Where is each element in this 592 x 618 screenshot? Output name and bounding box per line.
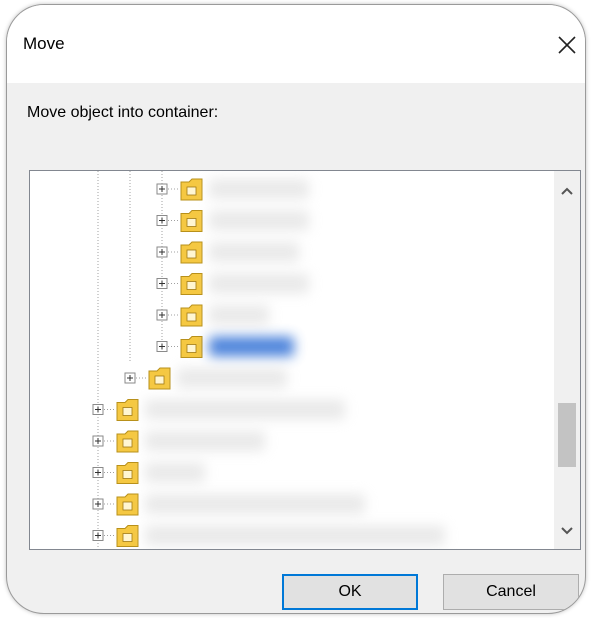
tree-node[interactable] — [156, 210, 309, 232]
container-tree[interactable] — [29, 170, 581, 550]
tree-node-label[interactable] — [145, 399, 345, 420]
tree-canvas — [92, 171, 445, 549]
tree-node-label[interactable] — [209, 179, 309, 199]
folder-icon — [116, 493, 139, 516]
tree-node-label[interactable] — [145, 494, 365, 514]
chevron-up-icon — [561, 187, 573, 195]
tree-node[interactable] — [156, 336, 294, 358]
ok-button[interactable]: OK — [282, 574, 418, 610]
plus-box-icon[interactable] — [92, 467, 104, 478]
folder-icon — [180, 336, 203, 358]
tree-node-label[interactable] — [145, 525, 445, 546]
tree-node-label[interactable] — [209, 242, 299, 262]
folder-icon — [116, 525, 139, 547]
tree-node[interactable] — [156, 273, 309, 295]
folder-icon — [180, 241, 203, 264]
plus-box-icon[interactable] — [156, 309, 168, 321]
tree-node[interactable] — [92, 462, 205, 484]
close-icon — [558, 36, 576, 54]
folder-icon — [148, 367, 171, 390]
tree-node[interactable] — [156, 241, 299, 264]
close-button[interactable] — [551, 27, 585, 61]
folder-icon — [180, 178, 203, 201]
plus-box-icon[interactable] — [124, 372, 136, 384]
plus-box-icon[interactable] — [92, 435, 104, 447]
tree-node-label[interactable] — [177, 368, 287, 388]
plus-box-icon[interactable] — [156, 183, 168, 195]
plus-box-icon[interactable] — [156, 215, 168, 226]
plus-box-icon[interactable] — [156, 341, 168, 352]
tree-node[interactable] — [92, 525, 445, 547]
title-bar: Move — [7, 5, 585, 83]
dialog-title: Move — [23, 34, 65, 53]
cancel-button[interactable]: Cancel — [443, 574, 579, 610]
folder-icon — [116, 430, 139, 453]
folder-icon — [116, 462, 139, 484]
tree-node-label[interactable] — [145, 462, 205, 483]
tree-node-label[interactable] — [209, 305, 269, 325]
tree-node[interactable] — [124, 367, 287, 390]
tree-node[interactable] — [92, 430, 265, 453]
folder-icon — [180, 273, 203, 295]
plus-box-icon[interactable] — [92, 530, 104, 541]
plus-box-icon[interactable] — [92, 404, 104, 415]
scroll-thumb[interactable] — [558, 403, 576, 467]
tree-node-label[interactable] — [209, 210, 309, 231]
tree-node-label[interactable] — [145, 431, 265, 451]
tree-node[interactable] — [156, 178, 309, 201]
tree-node[interactable] — [92, 493, 365, 516]
plus-box-icon[interactable] — [156, 246, 168, 258]
tree-node-label[interactable] — [209, 273, 309, 294]
vertical-scrollbar[interactable] — [554, 171, 580, 549]
move-dialog: Move Move object into container: OK Canc… — [6, 4, 586, 614]
tree-node[interactable] — [92, 399, 345, 421]
plus-box-icon[interactable] — [156, 278, 168, 289]
folder-icon — [180, 304, 203, 327]
folder-icon — [180, 210, 203, 232]
folder-icon — [116, 399, 139, 421]
scroll-up-button[interactable] — [554, 177, 580, 205]
dialog-prompt: Move object into container: — [27, 104, 219, 121]
chevron-down-icon — [561, 527, 573, 535]
scroll-down-button[interactable] — [554, 517, 580, 545]
tree-node[interactable] — [156, 304, 269, 327]
plus-box-icon[interactable] — [92, 498, 104, 510]
tree-node-label-selected[interactable] — [209, 336, 294, 357]
